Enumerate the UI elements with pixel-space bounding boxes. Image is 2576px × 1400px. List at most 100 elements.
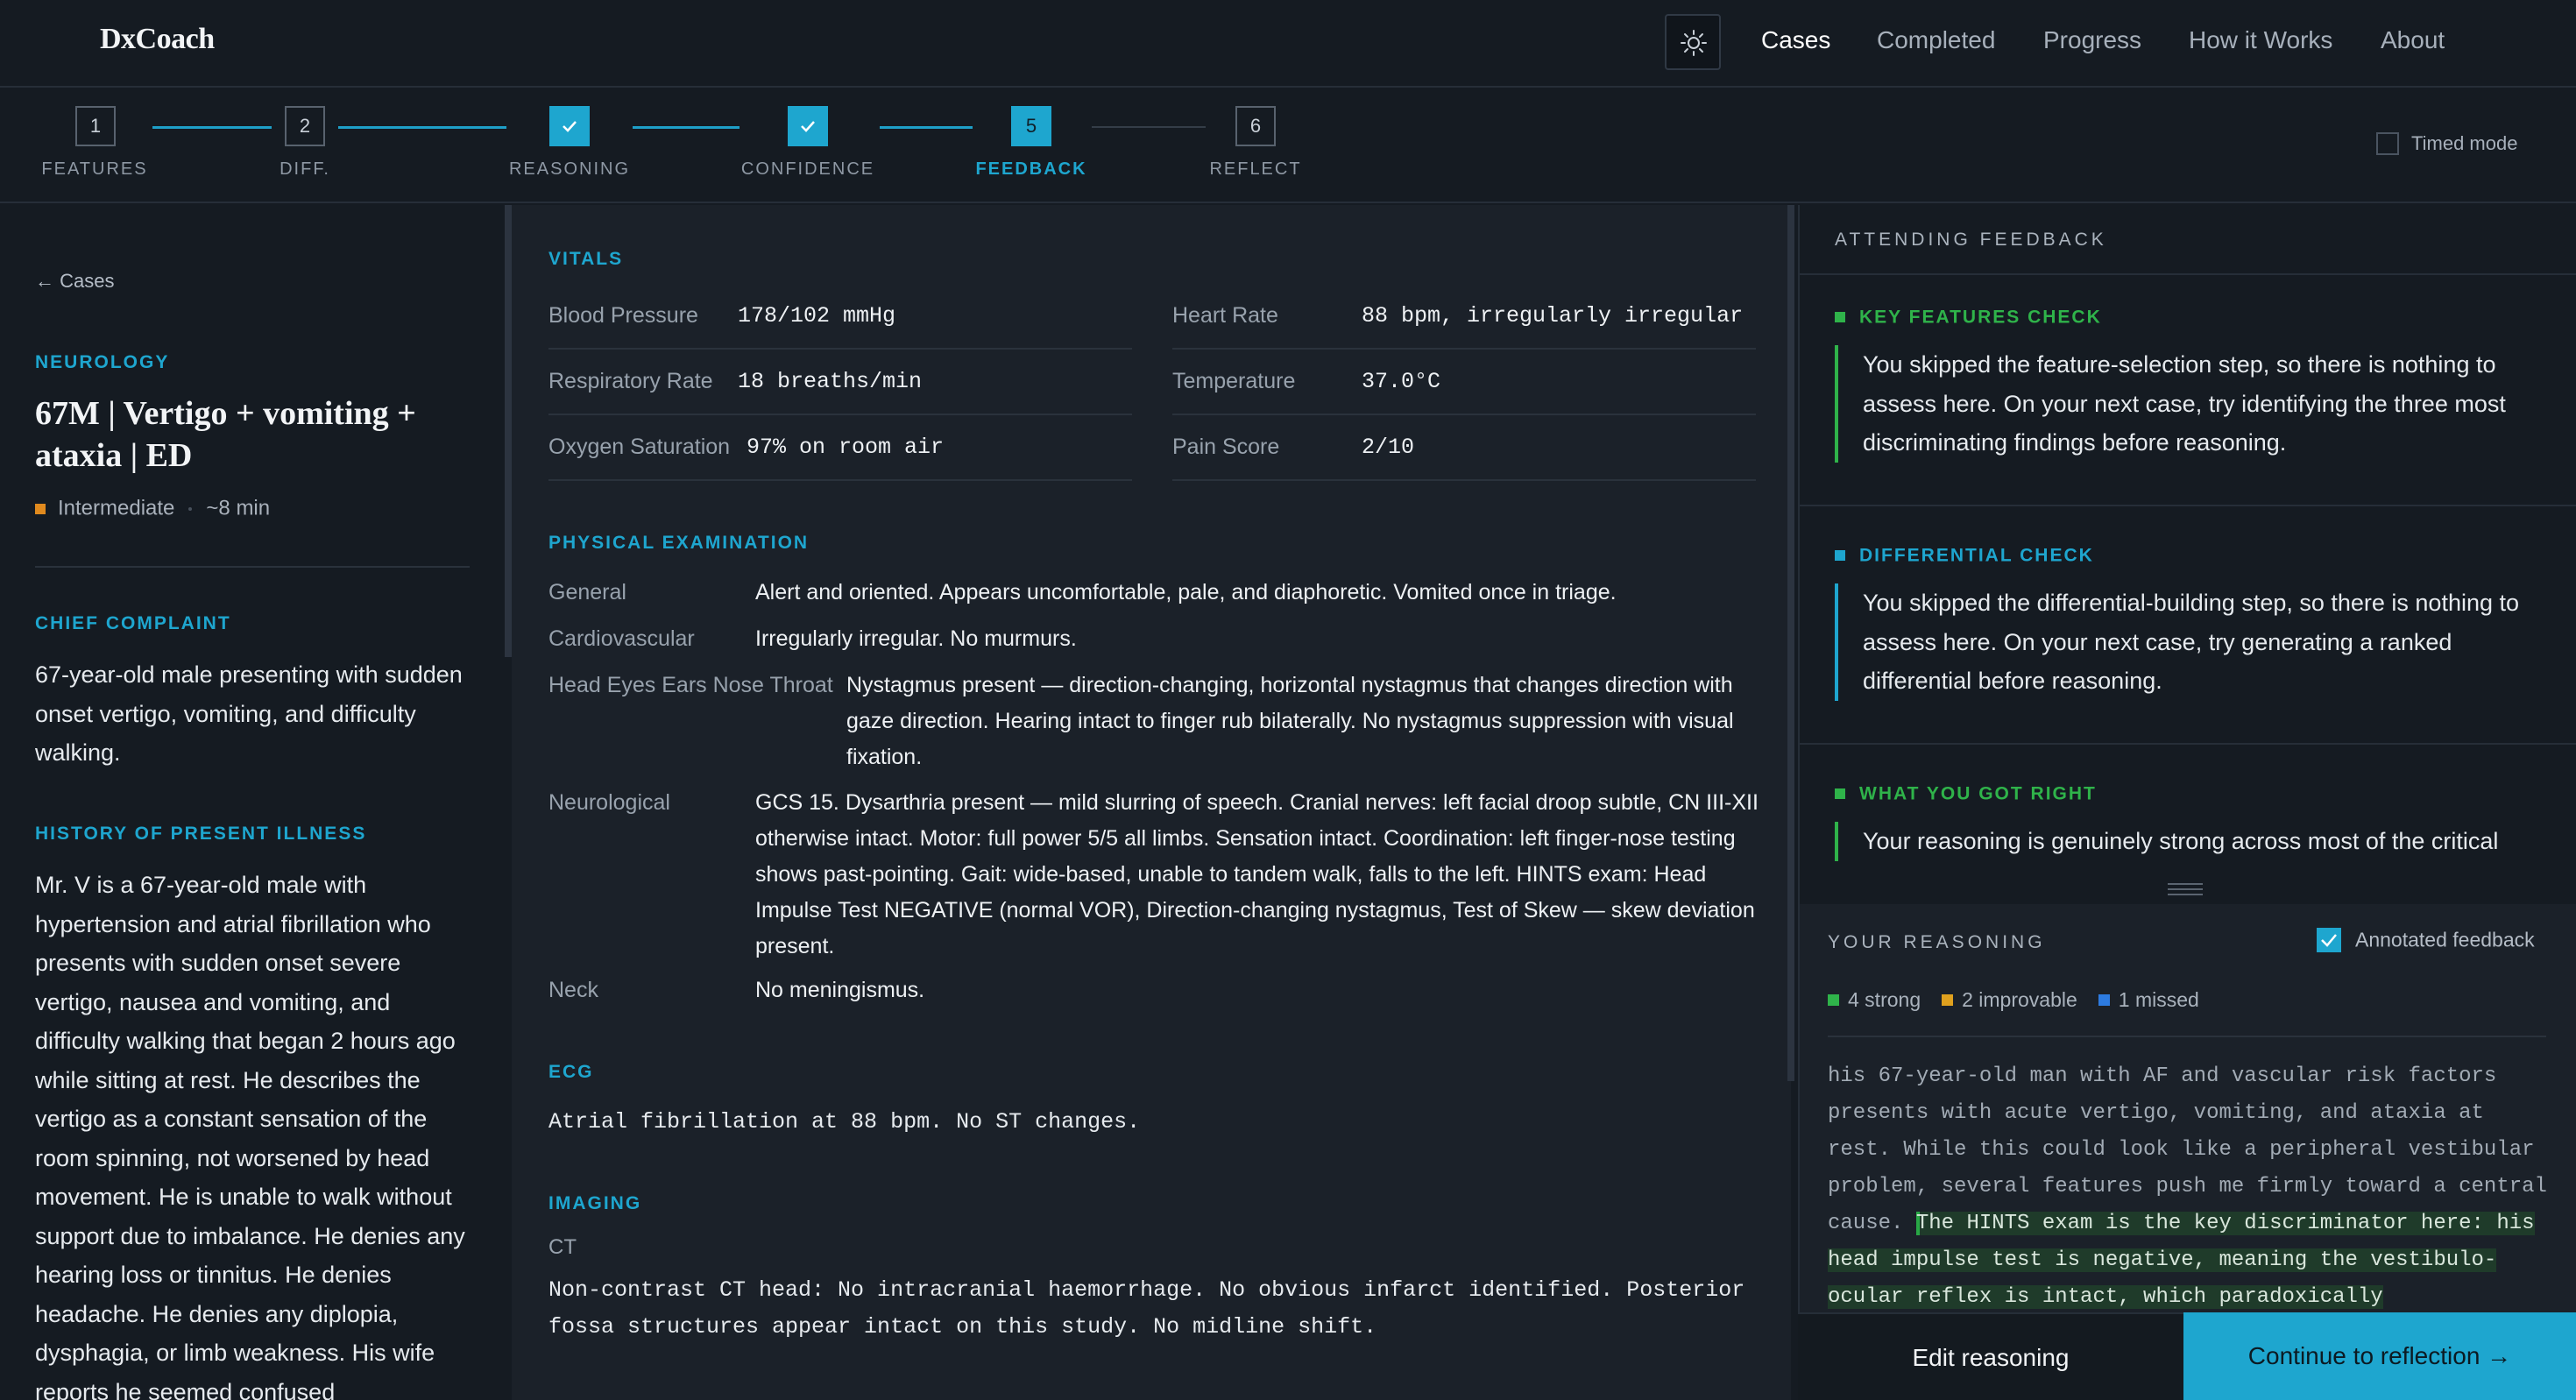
feedback-differential: DIFFERENTIAL CHECK You skipped the diffe… — [1835, 545, 2553, 701]
exam-value: GCS 15. Dysarthria present — mild slurri… — [755, 790, 1759, 958]
case-specialty: NEUROLOGY — [35, 352, 170, 372]
step-connector — [338, 126, 506, 129]
legend-missed: 1 missed — [2118, 988, 2199, 1012]
check-icon — [563, 121, 577, 132]
step-5-box[interactable]: 5 — [1011, 106, 1051, 146]
case-summary-panel: ← Cases NEUROLOGY 67M | Vertigo + vomiti… — [0, 205, 506, 1400]
feedback-what-you-got-right: WHAT YOU GOT RIGHT Your reasoning is gen… — [1835, 783, 2553, 861]
hpi-heading: HISTORY OF PRESENT ILLNESS — [35, 824, 367, 844]
step-connector — [633, 126, 740, 129]
vital-temperature: Temperature 37.0°C — [1172, 350, 1756, 415]
timed-mode-label: Timed mode — [2411, 132, 2518, 155]
vital-label: Oxygen Saturation — [548, 435, 731, 459]
step-5-label: FEEDBACK — [975, 159, 1087, 179]
feedback-title: DIFFERENTIAL CHECK — [1835, 545, 2553, 566]
action-bar: Edit reasoning Continue to reflection → — [1798, 1312, 2576, 1400]
vitals-heading: VITALS — [548, 249, 624, 269]
feedback-title: WHAT YOU GOT RIGHT — [1835, 783, 2553, 804]
vital-respiratory-rate: Respiratory Rate 18 breaths/min — [548, 350, 1132, 415]
vital-value: 37.0°C — [1362, 369, 1441, 394]
brand-logo[interactable]: DxCoach — [100, 23, 215, 56]
step-3-label: REASONING — [508, 159, 631, 179]
vital-oxygen-saturation: Oxygen Saturation 97% on room air — [548, 415, 1132, 481]
difficulty-label: Intermediate — [58, 496, 175, 520]
step-4-label: CONFIDENCE — [740, 159, 875, 179]
annotated-feedback-checkbox[interactable] — [2317, 927, 2341, 952]
nav-about[interactable]: About — [2381, 26, 2445, 54]
vital-label: Blood Pressure — [548, 303, 698, 328]
annotated-feedback-label: Annotated feedback — [2355, 928, 2535, 951]
annotated-feedback-toggle[interactable]: Annotated feedback — [2317, 927, 2535, 952]
exam-label: Cardiovascular — [548, 626, 695, 651]
feedback-title: KEY FEATURES CHECK — [1835, 307, 2553, 328]
feedback-body: You skipped the differential-building st… — [1835, 583, 2553, 701]
timed-mode-checkbox[interactable] — [2376, 132, 2399, 156]
nav-completed[interactable]: Completed — [1877, 26, 1995, 54]
your-reasoning-heading: YOUR REASONING — [1828, 932, 2046, 952]
resize-handle[interactable] — [2168, 883, 2203, 895]
imaging-modality: CT — [548, 1235, 577, 1259]
step-3-box[interactable] — [549, 106, 590, 146]
vital-blood-pressure: Blood Pressure 178/102 mmHg — [548, 284, 1132, 350]
step-2-box[interactable]: 2 — [285, 106, 325, 146]
vital-value: 88 bpm, irregularly irregular — [1362, 303, 1744, 329]
hpi-text: Mr. V is a 67-year-old male with hyperte… — [35, 872, 465, 1400]
difficulty-indicator — [35, 503, 46, 514]
exam-value: No meningismus. — [755, 978, 925, 1002]
feedback-panel: ATTENDING FEEDBACK KEY FEATURES CHECK Yo… — [1798, 205, 2576, 1400]
legend-strong: 4 strong — [1848, 988, 1921, 1012]
vital-label: Pain Score — [1172, 435, 1280, 459]
vital-value: 178/102 mmHg — [738, 303, 896, 329]
case-details-panel: VITALS Blood Pressure 178/102 mmHg Heart… — [512, 205, 1791, 1400]
feedback-key-features: KEY FEATURES CHECK You skipped the featu… — [1835, 307, 2553, 463]
chief-complaint-heading: CHIEF COMPLAINT — [35, 613, 231, 633]
exam-label: General — [548, 580, 626, 605]
back-to-cases-link[interactable]: ← Cases — [35, 270, 114, 293]
middle-panel-scrollbar[interactable] — [1787, 205, 1794, 1081]
feedback-body: Your reasoning is genuinely strong acros… — [1835, 822, 2553, 861]
reasoning-highlight-strong[interactable]: The HINTS exam is the key discriminator … — [1828, 1212, 2535, 1309]
timed-mode-toggle[interactable]: Timed mode — [2376, 131, 2518, 156]
ecg-text: Atrial fibrillation at 88 bpm. No ST cha… — [548, 1109, 1141, 1135]
attending-feedback-heading: ATTENDING FEEDBACK — [1835, 230, 2107, 250]
vital-pain-score: Pain Score 2/10 — [1172, 415, 1756, 481]
check-icon — [2321, 934, 2337, 947]
feedback-body: You skipped the feature-selection step, … — [1835, 345, 2553, 463]
theme-toggle-button[interactable] — [1665, 14, 1721, 70]
divider — [1800, 273, 2576, 275]
step-6-box[interactable]: 6 — [1235, 106, 1276, 146]
step-connector — [1092, 126, 1206, 128]
divider — [1800, 743, 2576, 745]
progress-stepper: 1 FEATURES 2 DIFF. REASONING CONFIDENCE … — [0, 89, 2576, 203]
vital-value: 2/10 — [1362, 435, 1415, 460]
top-nav: DxCoach Cases Completed Progress How it … — [0, 0, 2576, 88]
exam-label: Neck — [548, 978, 598, 1002]
case-title: 67M | Vertigo + vomiting + ataxia | ED — [35, 395, 416, 474]
step-1-box[interactable]: 1 — [75, 106, 116, 146]
divider — [1828, 1036, 2546, 1037]
edit-reasoning-button[interactable]: Edit reasoning — [1798, 1312, 2183, 1400]
nav-cases[interactable]: Cases — [1761, 26, 1830, 54]
vital-value: 97% on room air — [747, 435, 945, 460]
step-4-box[interactable] — [788, 106, 828, 146]
vital-label: Temperature — [1172, 369, 1296, 393]
step-2-label: DIFF. — [280, 159, 330, 179]
divider — [35, 566, 470, 568]
chief-complaint-text: 67-year-old male presenting with sudden … — [35, 661, 463, 766]
legend-improvable: 2 improvable — [1962, 988, 2077, 1012]
step-connector — [880, 126, 973, 129]
reasoning-plain: his 67-year-old man with AF and vascular… — [1828, 1064, 2547, 1235]
exam-label: Head Eyes Ears Nose Throat — [548, 673, 833, 697]
left-panel-scrollbar[interactable] — [505, 205, 512, 657]
reasoning-text: his 67-year-old man with AF and vascular… — [1828, 1058, 2555, 1316]
physical-exam-heading: PHYSICAL EXAMINATION — [548, 533, 810, 553]
nav-progress[interactable]: Progress — [2043, 26, 2141, 54]
nav-how-it-works[interactable]: How it Works — [2189, 26, 2332, 54]
vital-value: 18 breaths/min — [738, 369, 923, 394]
exam-value: Alert and oriented. Appears uncomfortabl… — [755, 580, 1617, 605]
step-6-label: REFLECT — [1209, 159, 1302, 179]
exam-value: Nystagmus present — direction-changing, … — [846, 673, 1734, 769]
imaging-heading: IMAGING — [548, 1193, 642, 1213]
continue-to-reflection-button[interactable]: Continue to reflection → — [2183, 1312, 2576, 1400]
ecg-heading: ECG — [548, 1062, 594, 1082]
